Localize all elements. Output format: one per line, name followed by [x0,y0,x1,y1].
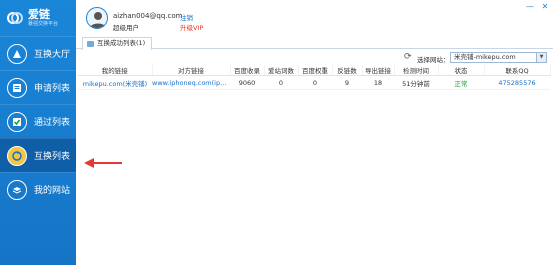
approved-icon [7,111,27,132]
tab-exchange-success[interactable]: 互换成功列表(1) [82,37,153,50]
chevron-down-icon[interactable]: ▼ [536,53,546,62]
column-header[interactable]: 爱站词数 [264,65,299,76]
tab-icon [87,41,94,47]
aizhan-words-cell: 0 [264,75,298,90]
site-select-value: 米壳铺-mikepu.com [454,53,516,61]
sidebar-item-label: 互换大厅 [34,50,71,60]
column-header[interactable]: 百度收录 [230,65,265,76]
header: aizhan004@qq.com 超级用户 注销 升级VIP — ✕ [76,0,553,36]
logout-link[interactable]: 注销 [180,12,193,22]
website-icon [7,179,27,200]
sidebar-item-hall[interactable]: 互换大厅 [0,36,76,70]
table-header-row: 我的链接 对方链接 百度收录 爱站词数 百度权重 反链数 导出链接 检测时间 状… [78,65,551,76]
outbound-links-cell: 18 [362,75,394,90]
apply-icon [7,77,27,98]
column-header[interactable]: 检测时间 [394,65,439,76]
close-button[interactable]: ✕ [539,2,551,12]
window-controls: — ✕ [524,2,551,12]
sidebar-item-apply[interactable]: 申请列表 [0,70,76,104]
table-row[interactable]: mikepu.com(米壳铺) www.iphoneq.com(iphone..… [78,75,550,90]
partner-link-cell[interactable]: www.iphoneq.com(iphone... [152,75,230,90]
sidebar-item-website[interactable]: 我的网站 [0,172,76,206]
status-cell: 正常 [438,75,484,90]
sidebar: 爱链 暴强交换平台 互换大厅 申请列表 通过列表 互换列表 我的网站 [0,0,76,265]
column-header[interactable]: 导出链接 [362,65,395,76]
upgrade-vip-link[interactable]: 升级VIP [180,22,203,32]
column-header[interactable]: 状态 [438,65,485,76]
app-logo: 爱链 暴强交换平台 [0,0,76,36]
column-header[interactable]: 我的链接 [78,65,153,76]
sidebar-item-label: 申请列表 [34,84,71,94]
logo-icon [6,9,24,27]
hall-icon [7,43,27,64]
site-select-label: 选择网站： [417,56,450,64]
column-header[interactable]: 百度权重 [298,65,333,76]
app-subtitle: 暴强交换平台 [28,20,59,27]
site-select[interactable]: 米壳铺-mikepu.com ▼ [450,52,547,63]
column-header[interactable]: 对方链接 [152,65,231,76]
toolbar: ⟳ 选择网站： 米壳铺-mikepu.com ▼ [76,50,553,65]
tab-bar: 互换成功列表(1) [76,36,553,50]
backlinks-cell: 9 [332,75,362,90]
column-header[interactable]: 联系QQ [484,65,551,76]
minimize-button[interactable]: — [524,2,536,12]
contact-qq-cell[interactable]: 475285576 [484,75,550,90]
user-email: aizhan004@qq.com [113,12,183,20]
baidu-weight-cell: 0 [298,75,332,90]
exchange-icon [7,145,27,166]
my-link-cell[interactable]: mikepu.com(米壳铺) [78,75,152,90]
exchange-table: 我的链接 对方链接 百度收录 爱站词数 百度权重 反链数 导出链接 检测时间 状… [78,65,551,90]
avatar[interactable] [86,7,108,29]
user-role: 超级用户 [113,24,139,32]
sidebar-item-label: 通过列表 [34,118,71,128]
column-header[interactable]: 反链数 [332,65,363,76]
sidebar-item-approved[interactable]: 通过列表 [0,104,76,138]
sidebar-item-exchange[interactable]: 互换列表 [0,138,76,172]
arrow-left-icon [84,158,122,168]
refresh-icon[interactable]: ⟳ [404,53,413,62]
tab-label: 互换成功列表(1) [97,39,146,47]
sidebar-item-label: 我的网站 [34,186,71,196]
check-time-cell: 51分钟前 [394,75,438,90]
baidu-index-cell: 9060 [230,75,264,90]
sidebar-item-label: 互换列表 [34,152,71,162]
app-title: 爱链 [28,7,50,21]
